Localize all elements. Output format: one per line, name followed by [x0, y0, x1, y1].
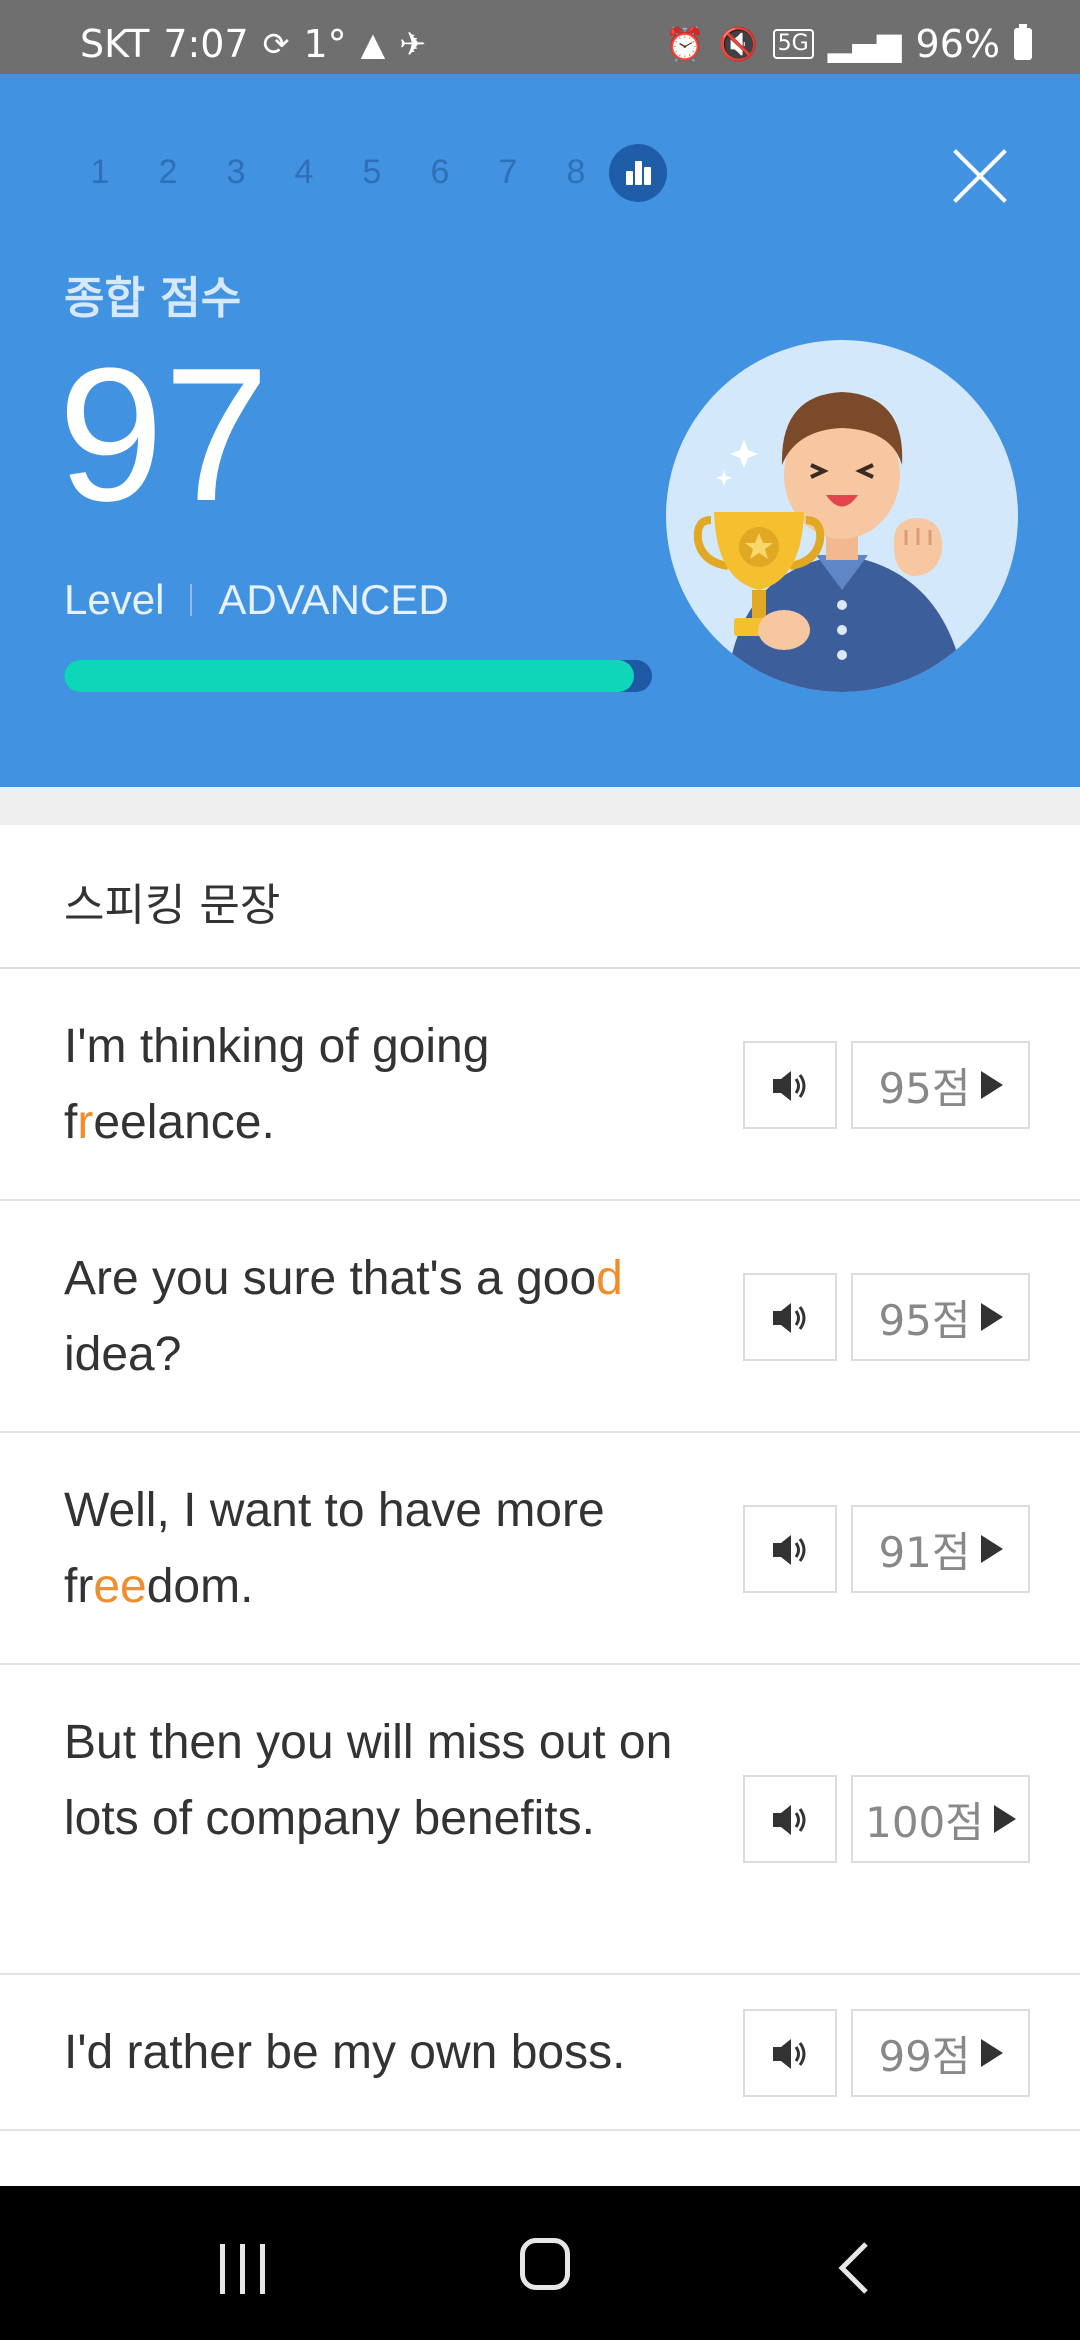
sentence-row: Are you sure that's a good idea? 95점 — [0, 1201, 1080, 1433]
signal-icon: ▂▄▆ — [827, 25, 902, 63]
alarm-icon: ⏰ — [664, 25, 705, 63]
sentence-list: I'm thinking of going freelance. 95점 Are y… — [0, 969, 1080, 2131]
step-2[interactable]: 2 — [148, 134, 188, 210]
sentence-score-button[interactable]: 95점 — [851, 1273, 1030, 1361]
sentence-fragment: But then you will miss out on lots of co… — [64, 1716, 673, 1845]
sentence-fragment: Are you sure that's a goo — [64, 1252, 597, 1305]
mispronounced-highlight: d — [596, 1252, 623, 1305]
play-arrow-icon — [980, 1535, 1003, 1563]
play-arrow-icon — [980, 1303, 1003, 1331]
close-button[interactable] — [940, 136, 1020, 216]
speaker-icon — [773, 1805, 806, 1835]
play-arrow-icon — [993, 1805, 1016, 1833]
sentence-row: Well, I want to have more freedom. 91점 — [0, 1433, 1080, 1665]
battery-icon — [1014, 24, 1032, 60]
carrier-label: SKT — [80, 22, 150, 66]
step-1[interactable]: 1 — [80, 134, 120, 210]
play-arrow-icon — [980, 1071, 1003, 1099]
network-type: 5G — [772, 29, 814, 59]
battery-percent: 96% — [915, 22, 1000, 66]
play-arrow-icon — [980, 2039, 1003, 2067]
sentence-fragment: idea? — [64, 1328, 182, 1381]
speaking-sentences-header: 스피킹 문장 — [0, 825, 1080, 969]
sentence-text: But then you will miss out on lots of co… — [64, 1705, 684, 1857]
total-score-value: 97 — [58, 329, 270, 541]
score-progress-bar — [64, 660, 652, 692]
total-score-label: 종합 점수 — [64, 273, 242, 324]
clock: 7:07 — [163, 22, 249, 66]
play-audio-button[interactable] — [743, 2009, 837, 2097]
sentence-score: 95점 — [878, 1063, 971, 1113]
score-progress-fill — [64, 660, 635, 692]
step-4[interactable]: 4 — [284, 134, 324, 210]
sentence-score-button[interactable]: 99점 — [851, 2009, 1030, 2097]
section-divider — [0, 787, 1080, 825]
section-title: 스피킹 문장 — [64, 880, 281, 931]
sentence-row: But then you will miss out on lots of co… — [0, 1665, 1080, 1975]
result-chart-icon[interactable] — [609, 144, 667, 202]
sentence-score-button[interactable]: 91점 — [851, 1505, 1030, 1593]
back-button[interactable] — [834, 2240, 874, 2296]
sentence-text: Are you sure that's a good idea? — [64, 1241, 684, 1393]
step-8[interactable]: 8 — [556, 134, 596, 210]
sentence-score: 99점 — [878, 2031, 971, 2081]
sentence-text: I'd rather be my own boss. — [64, 2015, 684, 2091]
mispronounced-highlight: ee — [93, 1560, 147, 1613]
level-divider — [190, 584, 193, 616]
status-bar: SKT 7:07 ⟳ 1° ▲ ✈ ⏰ 🔇 5G ▂▄▆ 96% — [0, 0, 1080, 74]
speaker-icon — [773, 1535, 806, 1565]
step-5[interactable]: 5 — [352, 134, 392, 210]
mispronounced-highlight: r — [77, 1096, 94, 1149]
level-value: ADVANCED — [218, 576, 449, 623]
sentence-text: I'm thinking of going freelance. — [64, 1009, 684, 1161]
sync-icon: ⟳ — [262, 25, 290, 63]
play-audio-button[interactable] — [743, 1273, 837, 1361]
sentence-score: 100점 — [865, 1797, 984, 1847]
mute-icon: 🔇 — [718, 25, 759, 63]
sentence-row: I'm thinking of going freelance. 95점 — [0, 969, 1080, 1201]
sentence-fragment: eelance. — [93, 1096, 275, 1149]
play-audio-button[interactable] — [743, 1505, 837, 1593]
sentence-score: 95점 — [878, 1295, 971, 1345]
play-audio-button[interactable] — [743, 1775, 837, 1863]
play-audio-button[interactable] — [743, 1041, 837, 1129]
step-3[interactable]: 3 — [216, 134, 256, 210]
sentence-score-button[interactable]: 100점 — [851, 1775, 1030, 1863]
speaker-icon — [773, 2039, 806, 2069]
sentence-score: 91점 — [878, 1527, 971, 1577]
step-6[interactable]: 6 — [420, 134, 460, 210]
trophy-character-illustration — [666, 340, 1018, 692]
step-7[interactable]: 7 — [488, 134, 528, 210]
sentence-fragment: I'd rather be my own boss. — [64, 2026, 626, 2079]
home-button[interactable] — [520, 2238, 570, 2290]
temperature: 1° — [303, 22, 347, 66]
notification-icon: ▲ — [360, 25, 386, 63]
sentence-score-button[interactable]: 95점 — [851, 1041, 1030, 1129]
speaker-icon — [773, 1303, 806, 1333]
sentence-row: I'd rather be my own boss. 99점 — [0, 1975, 1080, 2131]
sentence-text: Well, I want to have more freedom. — [64, 1473, 684, 1625]
level-label: Level — [64, 576, 165, 623]
sentence-fragment: dom. — [146, 1560, 254, 1613]
recent-apps-button[interactable] — [218, 2244, 270, 2294]
level-row: Level ADVANCED — [64, 576, 449, 624]
speaker-icon — [773, 1071, 806, 1101]
vpn-icon: ✈ — [399, 25, 427, 63]
